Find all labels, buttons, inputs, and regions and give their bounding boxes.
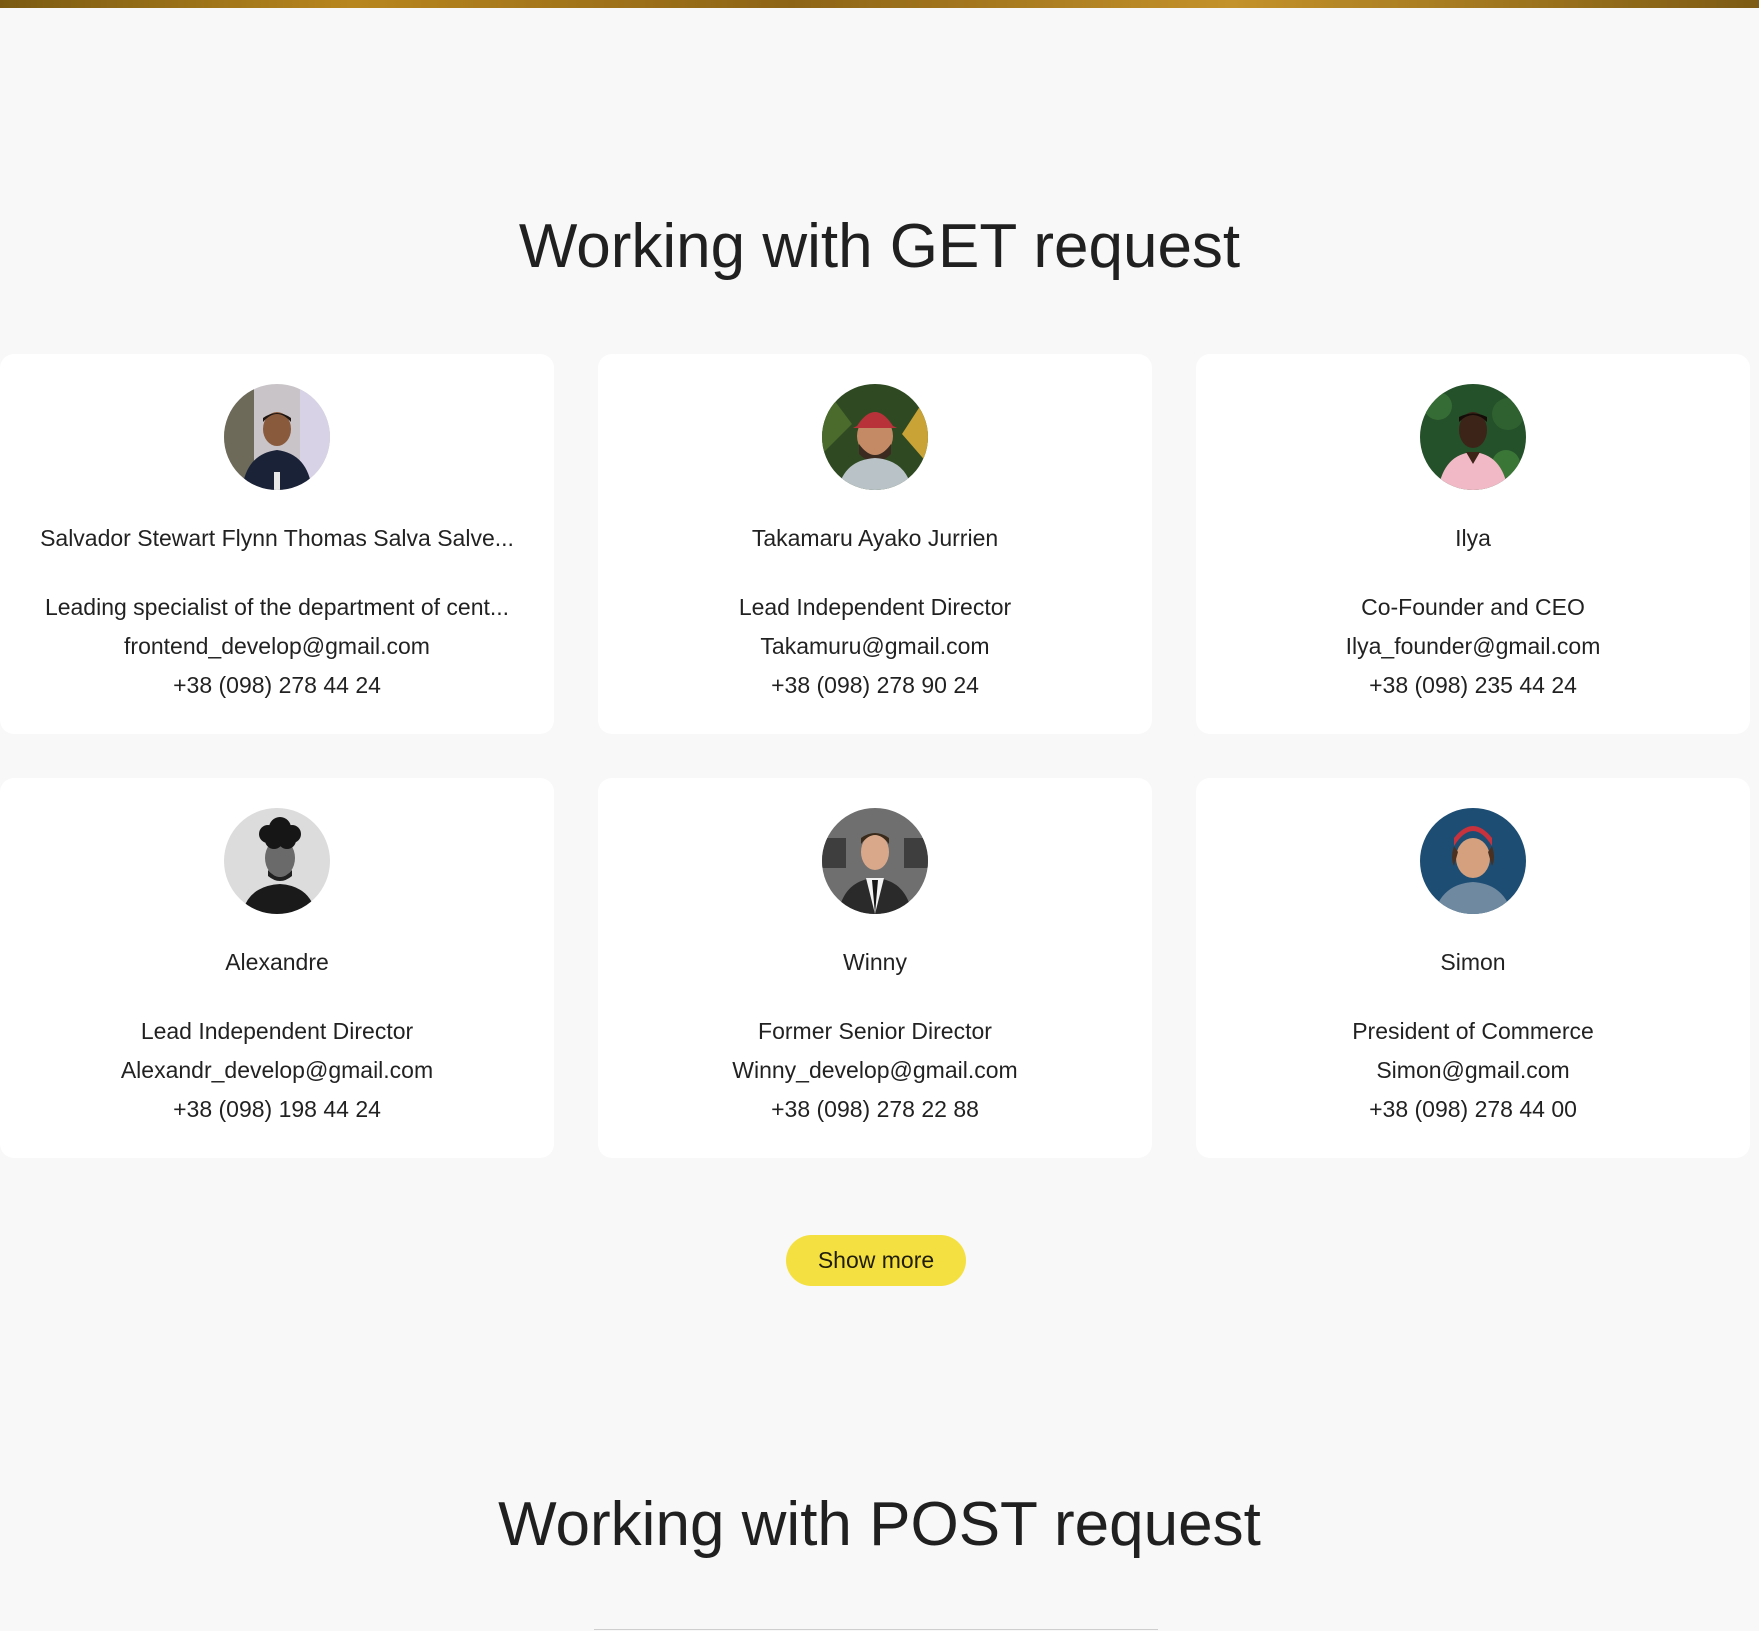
user-phone: +38 (098) 235 44 24 bbox=[1369, 672, 1577, 698]
user-email: Takamuru@gmail.com bbox=[760, 633, 990, 659]
show-more-button[interactable]: Show more bbox=[786, 1235, 966, 1286]
user-avatar bbox=[224, 808, 330, 914]
user-position: Leading specialist of the department of … bbox=[44, 594, 510, 620]
user-name: Winny bbox=[843, 949, 907, 975]
user-position: President of Commerce bbox=[1352, 1018, 1594, 1044]
user-avatar bbox=[822, 808, 928, 914]
user-card: Alexandre Lead Independent Director Alex… bbox=[0, 778, 554, 1158]
user-position: Co-Founder and CEO bbox=[1361, 594, 1585, 620]
users-grid: Salvador Stewart Flynn Thomas Salva Salv… bbox=[0, 354, 1752, 1158]
user-email: Ilya_founder@gmail.com bbox=[1345, 633, 1601, 659]
form-field-underline bbox=[594, 1629, 1158, 1630]
user-position: Lead Independent Director bbox=[140, 1018, 414, 1044]
user-name: Salvador Stewart Flynn Thomas Salva Salv… bbox=[40, 525, 514, 551]
user-card: Winny Former Senior Director Winny_devel… bbox=[598, 778, 1152, 1158]
user-phone: +38 (098) 278 44 00 bbox=[1369, 1096, 1577, 1122]
user-avatar bbox=[224, 384, 330, 490]
get-section-title: Working with GET request bbox=[518, 212, 1241, 281]
user-position: Lead Independent Director bbox=[738, 594, 1012, 620]
user-position: Former Senior Director bbox=[758, 1018, 992, 1044]
user-email: Simon@gmail.com bbox=[1376, 1057, 1570, 1083]
user-card: Simon President of Commerce Simon@gmail.… bbox=[1196, 778, 1750, 1158]
user-name: Alexandre bbox=[225, 949, 329, 975]
user-name: Simon bbox=[1440, 949, 1506, 975]
user-card: Ilya Co-Founder and CEO Ilya_founder@gma… bbox=[1196, 354, 1750, 734]
user-phone: +38 (098) 278 90 24 bbox=[771, 672, 979, 698]
post-section-title: Working with POST request bbox=[498, 1490, 1261, 1559]
user-card: Salvador Stewart Flynn Thomas Salva Salv… bbox=[0, 354, 554, 734]
user-name: Ilya bbox=[1455, 525, 1491, 551]
header-banner-image bbox=[0, 0, 1759, 8]
user-phone: +38 (098) 278 22 88 bbox=[771, 1096, 979, 1122]
user-name: Takamaru Ayako Jurrien bbox=[751, 525, 999, 551]
user-email: frontend_develop@gmail.com bbox=[124, 633, 430, 659]
user-avatar bbox=[822, 384, 928, 490]
user-avatar bbox=[1420, 384, 1526, 490]
user-card: Takamaru Ayako Jurrien Lead Independent … bbox=[598, 354, 1152, 734]
user-phone: +38 (098) 278 44 24 bbox=[173, 672, 381, 698]
user-phone: +38 (098) 198 44 24 bbox=[173, 1096, 381, 1122]
user-email: Winny_develop@gmail.com bbox=[732, 1057, 1018, 1083]
user-avatar bbox=[1420, 808, 1526, 914]
user-email: Alexandr_develop@gmail.com bbox=[120, 1057, 434, 1083]
